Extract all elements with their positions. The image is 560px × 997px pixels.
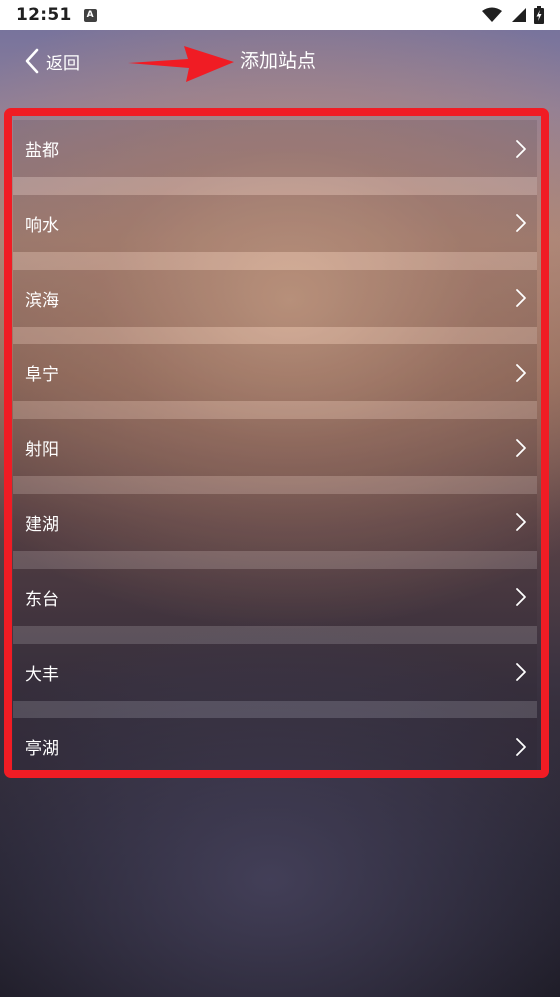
status-time: 12:51 — [16, 5, 72, 25]
station-label: 大丰 — [25, 664, 59, 685]
station-item-sheyang[interactable]: 射阳 — [13, 419, 537, 494]
station-item-dongtai[interactable]: 东台 — [13, 568, 537, 644]
station-item-tinghu[interactable]: 亭湖 — [13, 718, 537, 776]
station-label: 盐都 — [25, 141, 59, 161]
chevron-left-icon — [25, 48, 39, 74]
back-label: 返回 — [46, 53, 80, 74]
wifi-icon — [482, 7, 502, 22]
station-item-dafeng[interactable]: 大丰 — [13, 643, 537, 719]
battery-charging-icon — [534, 6, 544, 24]
station-label: 阜宁 — [25, 365, 59, 386]
chevron-right-icon — [515, 288, 527, 308]
signal-icon — [512, 8, 526, 22]
chevron-right-icon — [515, 737, 527, 757]
station-item-funing[interactable]: 阜宁 — [13, 344, 537, 420]
station-label: 亭湖 — [25, 739, 59, 760]
chevron-right-icon — [515, 662, 527, 682]
back-button[interactable]: 返回 — [24, 46, 80, 76]
notification-icon: A — [83, 8, 97, 22]
station-item-jianhu[interactable]: 建湖 — [13, 493, 537, 569]
station-label: 响水 — [25, 215, 59, 236]
chevron-right-icon — [515, 587, 527, 607]
page-title: 添加站点 — [240, 50, 317, 72]
station-label: 射阳 — [25, 440, 59, 461]
chevron-right-icon — [515, 438, 527, 458]
station-item-yandu[interactable]: 盐都 — [13, 120, 537, 195]
station-item-binhai[interactable]: 滨海 — [13, 269, 537, 345]
annotation-arrow — [128, 46, 234, 82]
station-item-xiangshui[interactable]: 响水 — [13, 194, 537, 270]
station-label: 建湖 — [25, 514, 59, 535]
status-icons — [482, 6, 544, 24]
chevron-right-icon — [515, 512, 527, 532]
chevron-right-icon — [515, 139, 527, 159]
header: 返回 添加站点 — [0, 30, 560, 92]
chevron-right-icon — [515, 363, 527, 383]
station-label: 东台 — [25, 589, 59, 610]
station-label: 滨海 — [25, 290, 59, 311]
station-list: 盐都 响水 滨海 阜宁 射阳 建湖 东台 大丰 亭湖 — [13, 120, 537, 776]
status-bar: 12:51 A — [0, 0, 560, 30]
chevron-right-icon — [515, 213, 527, 233]
